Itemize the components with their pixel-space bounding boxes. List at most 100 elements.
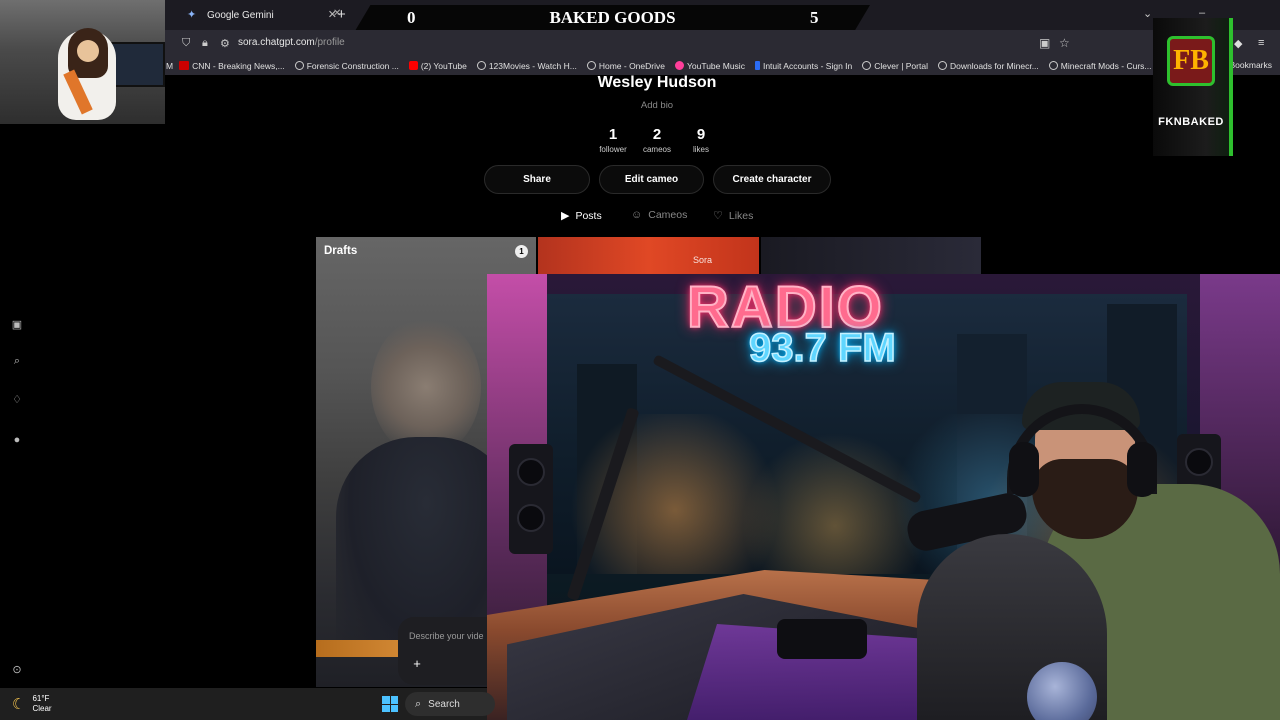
bookmark-forensic[interactable]: Forensic Construction ... <box>294 60 399 71</box>
windows-start-icon[interactable] <box>382 696 398 712</box>
bookmark-youtube[interactable]: (2) YouTube <box>408 61 467 71</box>
tab-close-icon[interactable]: ✕ <box>328 8 337 21</box>
person-icon: ☺ <box>631 209 643 221</box>
tab-likes[interactable]: ♡ Likes <box>713 209 754 223</box>
globe-icon <box>937 61 947 70</box>
bookmark-onedrive[interactable]: Home - OneDrive <box>586 61 665 71</box>
bookmark-minecraft-downloads[interactable]: Downloads for Minecr... <box>937 61 1039 71</box>
weather-text: 61°F Clear <box>32 694 51 714</box>
stat-label: follower <box>599 145 627 154</box>
browser-tab[interactable]: ✦ Google Gemini ✕ <box>187 4 337 26</box>
bookmark-intuit[interactable]: Intuit Accounts - Sign In <box>754 61 852 71</box>
tab-label: Likes <box>728 209 754 222</box>
tab-label: Cameos <box>648 209 688 221</box>
webcam-feed <box>0 0 165 124</box>
shield-icon[interactable]: ⛉ <box>182 37 190 50</box>
neon-frequency-sign: 93.7 FM <box>748 325 896 371</box>
reader-view-icon[interactable]: ▣ <box>1039 36 1050 50</box>
stat-value: 9 <box>696 126 706 143</box>
weather-widget[interactable]: ☾ 61°F Clear <box>12 694 52 714</box>
stat-cameos[interactable]: 2 cameos <box>632 126 682 154</box>
search-icon[interactable]: ⌕ <box>10 355 24 368</box>
add-bio-link[interactable]: Add bio <box>557 100 757 111</box>
play-icon: ▶ <box>561 210 570 222</box>
url-path: /profile <box>314 37 345 48</box>
stat-value: 1 <box>608 126 618 143</box>
hamburger-menu-icon[interactable]: ≡ <box>1258 37 1264 49</box>
youtube-icon <box>408 61 418 70</box>
youtube-music-icon <box>674 61 684 70</box>
tab-label: Posts <box>575 209 602 222</box>
url-text[interactable]: sora.chatgpt.com/profile <box>238 37 345 48</box>
screen: ✕ ✦ Google Gemini ✕ + ⌄ – 0 BAKED GOODS … <box>0 0 1280 720</box>
bell-icon[interactable]: ♢ <box>10 393 24 406</box>
globe-icon <box>476 61 486 70</box>
tab-cameos[interactable]: ☺ Cameos <box>631 209 687 221</box>
globe-icon <box>294 61 304 70</box>
post-card[interactable] <box>761 237 981 277</box>
stat-label: cameos <box>642 145 671 154</box>
bookmark-label: 123Movies - Watch H... <box>488 60 577 71</box>
globe-icon <box>862 61 872 70</box>
headphone-ear <box>1127 442 1157 497</box>
chevron-down-icon[interactable]: ⌄ <box>1143 7 1152 20</box>
fknbaked-logo: FB FKNBAKED <box>1153 18 1233 156</box>
more-icon[interactable]: ⊙ <box>10 663 24 676</box>
tab-title: Google Gemini <box>207 9 274 21</box>
stat-followers[interactable]: 1 follower <box>588 126 638 154</box>
logo-emblem: FB <box>1167 36 1215 86</box>
gemini-icon: ✦ <box>187 9 197 21</box>
heart-icon: ♡ <box>713 210 723 222</box>
blurred-face <box>371 317 481 457</box>
bookmark-123movies[interactable]: 123Movies - Watch H... <box>476 60 577 71</box>
share-button[interactable]: Share <box>484 165 590 194</box>
edit-cameo-button[interactable]: Edit cameo <box>599 165 704 194</box>
intuit-icon <box>754 61 760 70</box>
feed-icon[interactable]: ▣ <box>10 318 24 331</box>
headphone-ear <box>1009 442 1039 497</box>
bookmarks-menu[interactable]: Bookmarks <box>1229 60 1272 70</box>
profile-name: Wesley Hudson <box>597 74 717 91</box>
drafts-label: Drafts <box>324 245 358 257</box>
prompt-placeholder: Describe your vide <box>409 631 484 641</box>
score-right: 5 <box>810 8 819 27</box>
bookmark-cnn[interactable]: CNN - Breaking News,... <box>179 61 285 71</box>
bookmark-label: Forensic Construction ... <box>306 60 399 71</box>
prompt-composer[interactable]: Describe your vide + <box>398 617 498 685</box>
bookmarks-bar: M CNN - Breaking News,... Forensic Const… <box>165 56 1280 75</box>
scoreboard-title: BAKED GOODS <box>549 8 676 27</box>
add-media-button[interactable]: + <box>408 655 426 673</box>
star-icon[interactable]: ☆ <box>1059 36 1070 50</box>
search-label: Search <box>428 698 460 710</box>
avatar[interactable]: ● <box>10 434 24 446</box>
tab-posts[interactable]: ▶ Posts <box>561 209 602 223</box>
desk-phone <box>777 619 867 659</box>
bookmark-label: YouTube Music <box>686 60 745 71</box>
stat-value: 2 <box>652 126 662 143</box>
speaker <box>509 444 553 554</box>
site-settings-icon[interactable]: ⚙ <box>220 37 230 50</box>
globe-icon <box>1048 61 1058 70</box>
extension-icon[interactable]: ◆ <box>1234 37 1242 50</box>
url-domain: sora.chatgpt.com <box>238 37 315 48</box>
bookmark-minecraft-mods[interactable]: Minecraft Mods - Curs... <box>1048 61 1151 71</box>
logo-text: FKNBAKED <box>1158 116 1224 128</box>
cnn-icon <box>179 61 190 70</box>
bookmark-youtube-music[interactable]: YouTube Music <box>674 60 745 71</box>
taskbar-search[interactable]: ⌕ Search <box>405 692 495 716</box>
stat-label: likes <box>692 145 709 154</box>
temperature: 61°F <box>32 694 50 703</box>
moon-icon: ☾ <box>12 696 26 713</box>
background-monitor <box>110 42 165 87</box>
address-bar[interactable]: ⛉ 🔒︎ ⚙ sora.chatgpt.com/profile ▣ ☆ <box>165 30 1280 56</box>
bookmark-label: CNN - Breaking News,... <box>192 60 285 71</box>
lock-icon[interactable]: 🔒︎ <box>202 37 208 50</box>
new-tab-button[interactable]: + <box>337 6 346 23</box>
stat-likes[interactable]: 9 likes <box>676 126 726 154</box>
post-card[interactable]: Sora <box>538 237 759 277</box>
bookmark-clever[interactable]: Clever | Portal <box>862 61 928 71</box>
doll-face <box>77 40 99 62</box>
bookmark-overflow-icon[interactable]: M <box>166 61 173 71</box>
bookmark-label: Clever | Portal <box>874 60 928 71</box>
create-character-button[interactable]: Create character <box>713 165 831 194</box>
